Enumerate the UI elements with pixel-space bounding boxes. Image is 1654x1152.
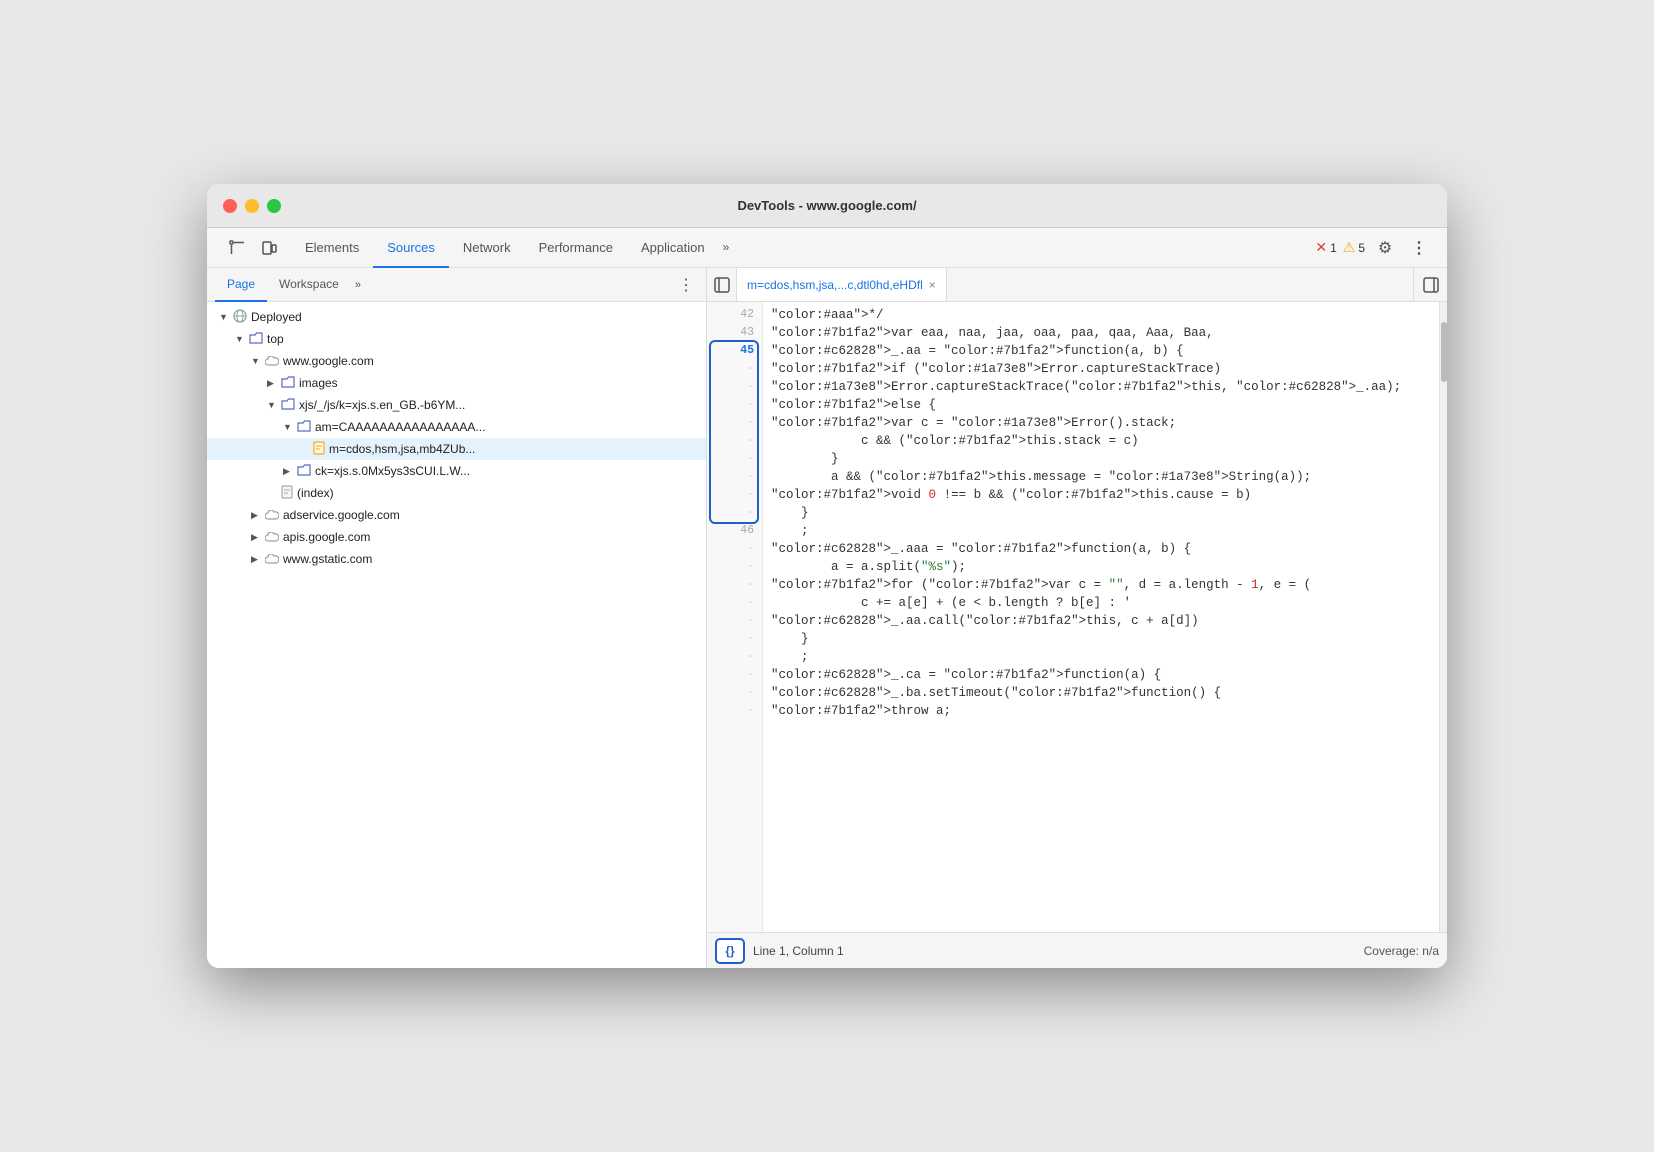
tree-item-label: images	[299, 376, 338, 390]
line-number: -	[707, 486, 762, 504]
tree-item-label: Deployed	[251, 310, 302, 324]
settings-icon[interactable]: ⚙	[1371, 234, 1399, 262]
tree-item-label: m=cdos,hsm,jsa,mb4ZUb...	[329, 442, 475, 456]
line-numbers: 424345---------46----------	[707, 302, 763, 932]
window-title: DevTools - www.google.com/	[737, 198, 916, 213]
device-icon[interactable]	[255, 234, 283, 262]
file-tab-active[interactable]: m=cdos,hsm,jsa,...c,dtl0hd,eHDfl ×	[737, 268, 947, 302]
inspect-icon[interactable]	[223, 234, 251, 262]
vertical-scrollbar[interactable]	[1439, 302, 1447, 932]
file-tree: ▼Deployed▼top▼www.google.com▶images▼xjs/…	[207, 302, 706, 968]
tabs-left-icons	[215, 228, 291, 267]
line-number: -	[707, 432, 762, 450]
line-number: -	[707, 576, 762, 594]
file-tab-close[interactable]: ×	[929, 278, 936, 292]
tree-item[interactable]: ▶adservice.google.com	[207, 504, 706, 526]
line-number: -	[707, 648, 762, 666]
tree-item[interactable]: ▶images	[207, 372, 706, 394]
line-number: -	[707, 396, 762, 414]
line-number: -	[707, 468, 762, 486]
sub-tab-more[interactable]: »	[355, 279, 361, 291]
code-content[interactable]: "color:#aaa">*/ "color:#7b1fa2">var eaa,…	[763, 302, 1439, 932]
line-number: -	[707, 594, 762, 612]
tab-network[interactable]: Network	[449, 228, 525, 268]
line-number: 43	[707, 324, 762, 342]
window-controls	[223, 199, 281, 213]
sub-tab-workspace[interactable]: Workspace	[267, 269, 351, 302]
line-number: -	[707, 630, 762, 648]
line-number: -	[707, 684, 762, 702]
panel-collapse-left-icon[interactable]	[707, 268, 737, 302]
line-number: -	[707, 504, 762, 522]
right-panel: m=cdos,hsm,jsa,...c,dtl0hd,eHDfl × 42434…	[707, 268, 1447, 968]
tree-item[interactable]: ▼am=CAAAAAAAAAAAAAAAA...	[207, 416, 706, 438]
titlebar: DevTools - www.google.com/	[207, 184, 1447, 228]
file-tabs-bar: m=cdos,hsm,jsa,...c,dtl0hd,eHDfl ×	[707, 268, 1447, 302]
line-number: -	[707, 558, 762, 576]
tree-item[interactable]: (index)	[207, 482, 706, 504]
devtools-tabs: Elements Sources Network Performance App…	[207, 228, 1447, 268]
error-badge[interactable]: ✕ 1	[1315, 239, 1336, 256]
line-number: -	[707, 450, 762, 468]
line-number: -	[707, 378, 762, 396]
scrollbar-thumb[interactable]	[1441, 322, 1447, 382]
tree-item[interactable]: ▼top	[207, 328, 706, 350]
code-area: 424345---------46---------- "color:#aaa"…	[707, 302, 1447, 932]
tree-item[interactable]: ▶www.gstatic.com	[207, 548, 706, 570]
tab-performance[interactable]: Performance	[525, 228, 627, 268]
tree-item-label: www.gstatic.com	[283, 552, 372, 566]
tree-item[interactable]: ▼xjs/_/js/k=xjs.s.en_GB.-b6YM...	[207, 394, 706, 416]
tree-item-label: am=CAAAAAAAAAAAAAAAA...	[315, 420, 485, 434]
warning-badge[interactable]: ⚠ 5	[1343, 239, 1365, 256]
status-bar: {} Line 1, Column 1 Coverage: n/a	[707, 932, 1447, 968]
line-number: -	[707, 612, 762, 630]
coverage-status: Coverage: n/a	[1364, 944, 1439, 958]
format-button[interactable]: {}	[715, 938, 745, 964]
tree-item-label: ck=xjs.s.0Mx5ys3sCUI.L.W...	[315, 464, 470, 478]
file-tab-label: m=cdos,hsm,jsa,...c,dtl0hd,eHDfl	[747, 278, 923, 292]
maximize-button[interactable]	[267, 199, 281, 213]
tab-elements[interactable]: Elements	[291, 228, 373, 268]
line-number: 46	[707, 522, 762, 540]
tree-item-label: www.google.com	[283, 354, 374, 368]
more-menu-icon[interactable]: ⋮	[1405, 234, 1433, 262]
line-number: -	[707, 360, 762, 378]
tree-item-label: xjs/_/js/k=xjs.s.en_GB.-b6YM...	[299, 398, 465, 412]
line-number: 45	[707, 342, 762, 360]
tree-item-label: (index)	[297, 486, 334, 500]
main-content: Page Workspace » ⋮ ▼Deployed▼top▼www.goo…	[207, 268, 1447, 968]
tree-item[interactable]: m=cdos,hsm,jsa,mb4ZUb...	[207, 438, 706, 460]
line-number: -	[707, 702, 762, 720]
sub-tabs: Page Workspace » ⋮	[207, 268, 706, 302]
minimize-button[interactable]	[245, 199, 259, 213]
left-panel: Page Workspace » ⋮ ▼Deployed▼top▼www.goo…	[207, 268, 707, 968]
tabs-right-actions: ✕ 1 ⚠ 5 ⚙ ⋮	[1315, 228, 1439, 267]
cursor-position: Line 1, Column 1	[753, 944, 844, 958]
tree-item[interactable]: ▼www.google.com	[207, 350, 706, 372]
tree-item-label: apis.google.com	[283, 530, 370, 544]
tab-more[interactable]: »	[719, 228, 734, 268]
tab-sources[interactable]: Sources	[373, 228, 449, 268]
line-number: -	[707, 540, 762, 558]
line-number: 42	[707, 306, 762, 324]
tree-item-label: adservice.google.com	[283, 508, 400, 522]
sub-tab-menu-icon[interactable]: ⋮	[674, 273, 698, 297]
devtools-window: DevTools - www.google.com/ Elements Sour…	[207, 184, 1447, 968]
tree-item[interactable]: ▼Deployed	[207, 306, 706, 328]
panel-collapse-right-icon[interactable]	[1413, 268, 1447, 302]
line-number: -	[707, 666, 762, 684]
line-number: -	[707, 414, 762, 432]
tab-application[interactable]: Application	[627, 228, 719, 268]
tree-item[interactable]: ▶ck=xjs.s.0Mx5ys3sCUI.L.W...	[207, 460, 706, 482]
tree-item[interactable]: ▶apis.google.com	[207, 526, 706, 548]
tree-item-label: top	[267, 332, 284, 346]
sub-tab-page[interactable]: Page	[215, 269, 267, 302]
close-button[interactable]	[223, 199, 237, 213]
